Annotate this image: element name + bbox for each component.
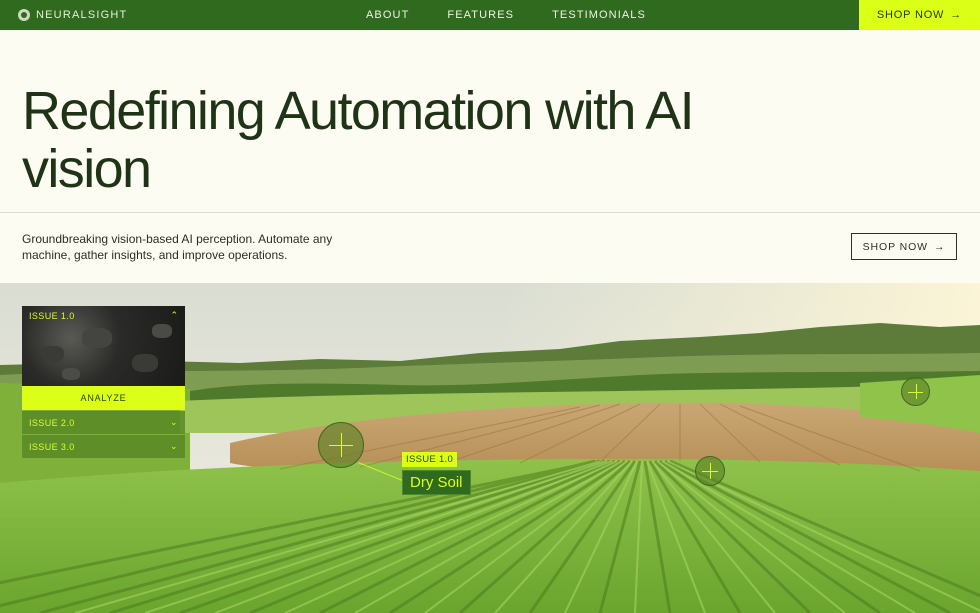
hero-subtext: Groundbreaking vision-based AI perceptio… (22, 232, 333, 262)
top-navbar: NEURALSIGHT ABOUT FEATURES TESTIMONIALS … (0, 0, 980, 30)
hero-shop-label: SHOP NOW (862, 240, 928, 253)
analyze-button[interactable]: ANALYZE (22, 386, 185, 410)
issue-item-label: ISSUE 2.0 (29, 417, 75, 428)
arrow-right-icon: → (950, 9, 963, 21)
rock-texture (132, 354, 158, 372)
issue-preview[interactable]: ISSUE 1.0 ⌃ (22, 306, 185, 386)
annotation-issue-tag: ISSUE 1.0 (402, 452, 458, 467)
nav-shop-now-button[interactable]: SHOP NOW → (859, 0, 980, 30)
issue-item-label: ISSUE 3.0 (29, 441, 75, 452)
chevron-down-icon: ⌄ (170, 441, 178, 451)
arrow-right-icon: → (933, 240, 946, 253)
nav-link-testimonials[interactable]: TESTIMONIALS (552, 9, 646, 21)
detection-marker[interactable] (901, 377, 930, 406)
page-title: Redefining Automation with AI vision (22, 81, 695, 199)
logo-icon (18, 9, 30, 21)
detection-marker[interactable] (318, 422, 364, 468)
issue-item-3[interactable]: ISSUE 3.0 ⌄ (22, 435, 185, 458)
issue-panel: ISSUE 1.0 ⌃ ANALYZE ISSUE 2.0 ⌄ ISSUE 3.… (22, 306, 185, 458)
issue-item-2[interactable]: ISSUE 2.0 ⌄ (22, 411, 185, 434)
rock-texture (82, 328, 112, 348)
chevron-down-icon: ⌄ (170, 417, 178, 427)
hero-shop-now-button[interactable]: SHOP NOW → (851, 233, 957, 260)
detection-marker[interactable] (695, 456, 725, 486)
nav-link-about[interactable]: ABOUT (366, 9, 409, 21)
nav-links: ABOUT FEATURES TESTIMONIALS (366, 0, 684, 30)
nav-shop-label: SHOP NOW (876, 9, 945, 21)
chevron-up-icon[interactable]: ⌃ (170, 310, 178, 321)
rock-texture (152, 324, 172, 338)
rock-texture (42, 346, 64, 362)
brand-name: NEURALSIGHT (36, 9, 128, 21)
rock-texture (62, 368, 80, 380)
nav-link-features[interactable]: FEATURES (447, 9, 514, 21)
annotation-label[interactable]: Dry Soil (402, 470, 471, 495)
brand[interactable]: NEURALSIGHT (18, 0, 127, 30)
issue-active-title: ISSUE 1.0 (29, 311, 75, 321)
divider (0, 212, 980, 213)
